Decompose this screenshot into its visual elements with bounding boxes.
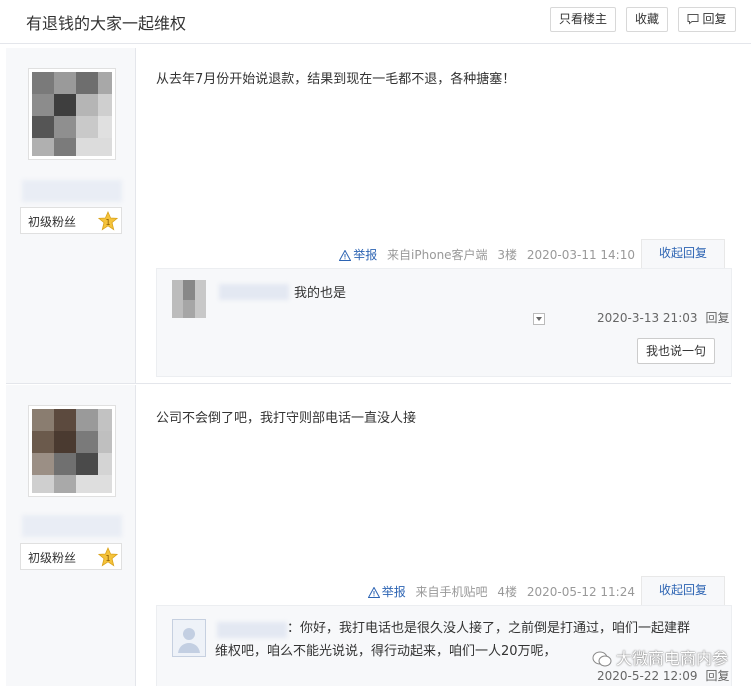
post-floor: 3楼: [497, 248, 518, 262]
avatar-image: [32, 72, 112, 156]
author-sidebar: 初级粉丝 1: [6, 385, 136, 686]
thread-header: 有退钱的大家一起维权 只看楼主 收藏 回复: [0, 0, 751, 44]
reply-thread: 我的也是 2020-3-13 21:03 回复 我也说一句: [156, 268, 732, 377]
post-content: 公司不会倒了吧，我打守则部电话一直没人接: [156, 411, 417, 426]
add-comment-button[interactable]: 我也说一句: [637, 338, 715, 364]
fan-rank-label: 初级粉丝: [28, 551, 77, 565]
fan-rank-badge: 初级粉丝 1: [20, 543, 122, 570]
comment-icon: [687, 14, 699, 25]
reply-text-line2: 维权吧，咱么不能光说说，得行动起来，咱们一人20万呢，: [215, 644, 557, 659]
warning-icon: [367, 587, 380, 598]
wechat-icon: [592, 651, 612, 667]
post-meta: 举报 来自iPhone客户端 3楼 2020-03-11 14:10: [339, 246, 641, 263]
post-content: 从去年7月份开始说退款，结果到现在一毛都不退，各种搪塞！: [156, 72, 516, 87]
only-op-button[interactable]: 只看楼主: [550, 7, 616, 32]
favorite-button[interactable]: 收藏: [626, 7, 668, 32]
post-time: 2020-03-11 14:10: [526, 248, 635, 262]
reply-button-label: 回复: [702, 12, 727, 26]
reply-author-blurred[interactable]: [219, 284, 289, 300]
reply-avatar[interactable]: [172, 280, 206, 318]
report-link[interactable]: 举报: [367, 585, 406, 599]
author-sidebar: 初级粉丝 1: [6, 48, 136, 383]
reply-text-line1: ：你好，我打电话也是很久没人接了，之前倒是打通过，咱们一起建群: [287, 621, 691, 636]
post-time: 2020-05-12 11:24: [526, 585, 635, 599]
svg-text:1: 1: [105, 554, 110, 563]
avatar[interactable]: [28, 405, 116, 497]
svg-text:1: 1: [105, 218, 110, 227]
reply-menu-dropdown[interactable]: [533, 313, 545, 325]
reply-link[interactable]: 回复: [706, 311, 730, 325]
collapse-replies-button[interactable]: 收起回复: [641, 239, 725, 268]
author-name-blurred[interactable]: [22, 180, 122, 202]
post-meta: 举报 来自手机贴吧 4楼 2020-05-12 11:24: [367, 583, 641, 600]
star-level-icon: 1: [98, 211, 118, 231]
reply-text: 我的也是: [294, 286, 347, 301]
reply-time: 2020-5-22 12:09: [597, 669, 698, 683]
fan-rank-badge: 初级粉丝 1: [20, 207, 122, 234]
reply-author-blurred[interactable]: [217, 622, 287, 638]
fan-rank-label: 初级粉丝: [28, 215, 77, 229]
avatar-image: [32, 409, 112, 493]
post-floor-3: 初级粉丝 1 从去年7月份开始说退款，结果到现在一毛都不退，各种搪塞！ 举报 来…: [6, 48, 732, 384]
post-source: 来自手机贴吧: [415, 585, 488, 599]
reply-meta: 2020-5-22 12:09 回复: [597, 667, 730, 684]
reply-avatar-default[interactable]: [172, 619, 206, 657]
warning-icon: [339, 250, 352, 261]
reply-meta: 2020-3-13 21:03 回复: [597, 309, 730, 326]
author-name-blurred[interactable]: [22, 515, 122, 537]
post-floor: 4楼: [497, 585, 518, 599]
reply-link[interactable]: 回复: [706, 669, 730, 683]
post-source: 来自iPhone客户端: [387, 248, 488, 262]
collapse-replies-button[interactable]: 收起回复: [641, 576, 725, 605]
reply-button[interactable]: 回复: [678, 7, 736, 32]
star-level-icon: 1: [98, 547, 118, 567]
watermark: 大微商电商内参: [592, 645, 728, 669]
reply-time: 2020-3-13 21:03: [597, 311, 698, 325]
report-link[interactable]: 举报: [339, 248, 377, 262]
avatar[interactable]: [28, 68, 116, 160]
thread-title: 有退钱的大家一起维权: [26, 14, 187, 33]
post-floor-4: 初级粉丝 1 公司不会倒了吧，我打守则部电话一直没人接 举报 来自手机贴吧 4楼…: [6, 385, 732, 686]
